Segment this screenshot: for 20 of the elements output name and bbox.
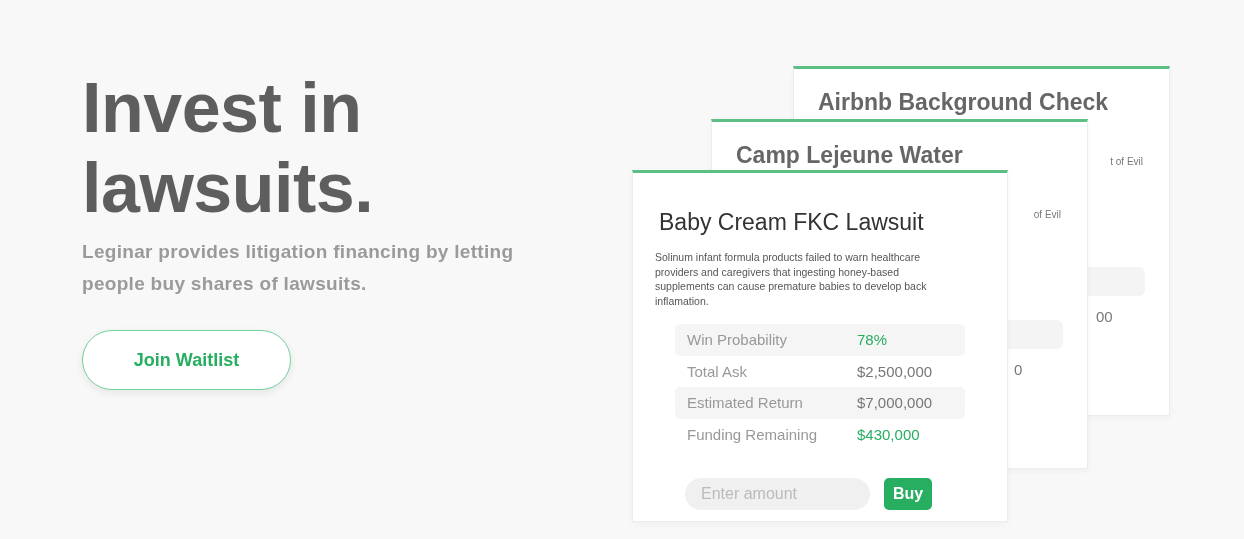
buy-button[interactable]: Buy (884, 478, 933, 510)
join-waitlist-button[interactable]: Join Waitlist (82, 330, 291, 390)
card-description: of Evil (1033, 209, 1061, 220)
stat-value: $430,000 (857, 425, 920, 443)
stat-label: Total Ask (687, 362, 749, 380)
stat-value: 78% (857, 331, 888, 349)
stat-label: Win Probability (687, 331, 789, 349)
stat-value: $2,500,000 (857, 362, 933, 380)
card-title: Baby Cream FKC Lawsuit (659, 209, 925, 236)
card-title: Airbnb Background Check (818, 89, 1110, 116)
stat-value: 0 (1014, 361, 1023, 378)
card-title: Camp Lejeune Water (736, 142, 964, 169)
stat-label: Funding Remaining (687, 425, 819, 443)
stat-label: Estimated Return (687, 394, 804, 412)
card-description: Solinum infant formula products failed to warn healthcare providers and caregivers that ingesting honey-based supplements can cause premature babies to develop back inflamation. (655, 250, 928, 308)
hero-title: Invest in lawsuits. (82, 68, 375, 228)
card-description: t of Evil (1110, 156, 1143, 167)
stat-value: $7,000,000 (857, 394, 933, 412)
stat-value: 00 (1096, 308, 1113, 325)
hero-subtitle: Leginar provides litigation financing by letting people buy shares of lawsuits. (82, 240, 515, 296)
